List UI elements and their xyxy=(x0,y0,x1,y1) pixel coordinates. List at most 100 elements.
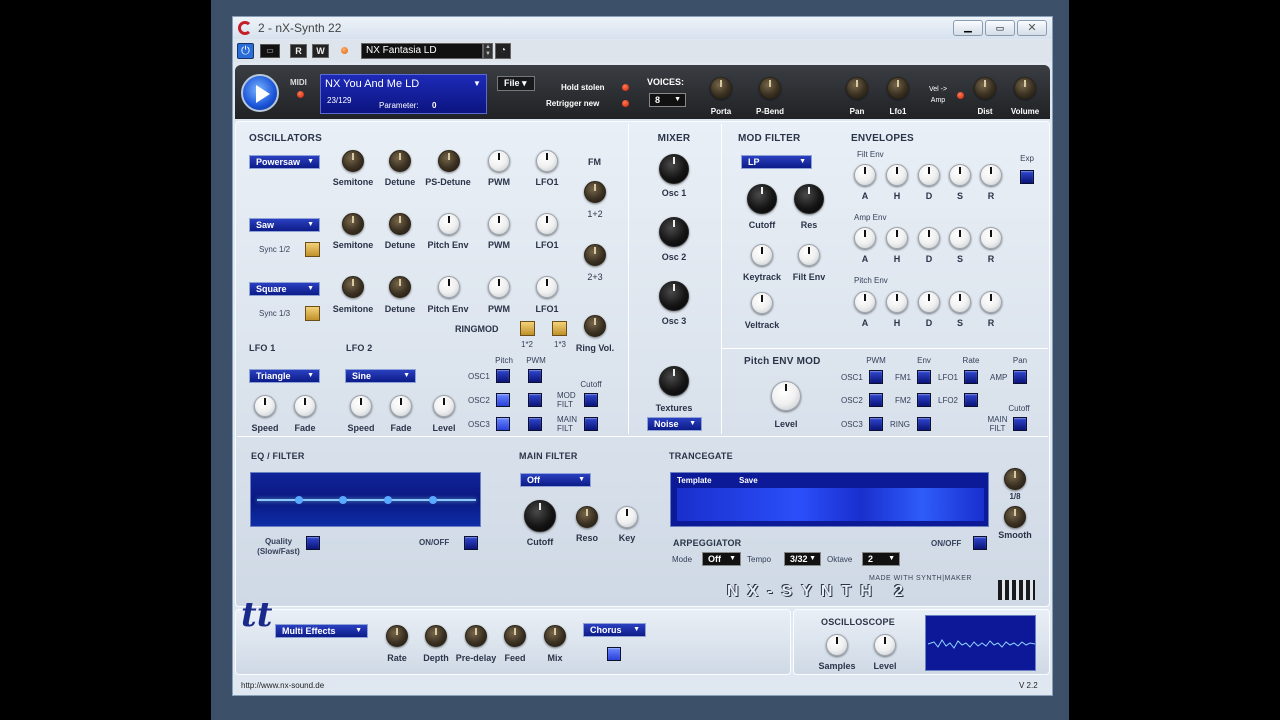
osc1-wave-select[interactable]: Powersaw ▼ xyxy=(249,155,320,169)
pem-fm2-toggle[interactable] xyxy=(917,393,931,407)
trancegate-rate-knob[interactable] xyxy=(1004,468,1026,490)
arp-mode-select[interactable]: Off ▼ xyxy=(702,552,741,566)
minimize-button[interactable]: ▁ xyxy=(953,20,983,36)
lfo1-fade-knob[interactable] xyxy=(294,395,316,417)
lfo2-level-knob[interactable] xyxy=(433,395,455,417)
fx-feed-knob[interactable] xyxy=(504,625,526,647)
osc2-detune-knob[interactable] xyxy=(389,213,411,235)
porta-knob[interactable] xyxy=(710,77,732,99)
write-button[interactable]: W xyxy=(312,44,329,58)
filt-env-knob[interactable] xyxy=(798,244,820,266)
fx-rate-knob[interactable] xyxy=(386,625,408,647)
osc3-detune-knob[interactable] xyxy=(389,276,411,298)
fx-mix-knob[interactable] xyxy=(544,625,566,647)
lfo-pwm-osc1-toggle[interactable] xyxy=(528,369,542,383)
mixer-osc1-knob[interactable] xyxy=(659,154,689,184)
eq-point[interactable] xyxy=(295,496,303,504)
filt-env-a-knob[interactable] xyxy=(854,164,876,186)
exp-toggle[interactable] xyxy=(1020,170,1034,184)
lfo1-amount-knob[interactable] xyxy=(887,77,909,99)
pem-osc2-toggle[interactable] xyxy=(869,393,883,407)
osc3-wave-select[interactable]: Square ▼ xyxy=(249,282,320,296)
eq-onoff-toggle[interactable] xyxy=(464,536,478,550)
filt-env-d-knob[interactable] xyxy=(918,164,940,186)
osc1-lfo1-knob[interactable] xyxy=(536,150,558,172)
osc2-semitone-knob[interactable] xyxy=(342,213,364,235)
pem-osc3-toggle[interactable] xyxy=(869,417,883,431)
mod-filter-type-select[interactable]: LP ▼ xyxy=(741,155,812,169)
effects-type-select[interactable]: Multi Effects ▼ xyxy=(275,624,368,638)
filt-env-h-knob[interactable] xyxy=(886,164,908,186)
scope-samples-knob[interactable] xyxy=(826,634,848,656)
mixer-osc2-knob[interactable] xyxy=(659,217,689,247)
amp-env-d-knob[interactable] xyxy=(918,227,940,249)
play-button[interactable] xyxy=(241,74,279,112)
voices-select[interactable]: 8 ▼ xyxy=(649,93,686,107)
vel-amp-led-icon[interactable] xyxy=(957,92,964,99)
pem-fm1-toggle[interactable] xyxy=(917,370,931,384)
arp-tempo-select[interactable]: 3/32 ▼ xyxy=(784,552,821,566)
retrigger-led-icon[interactable] xyxy=(622,100,629,107)
osc2-pitchenv-knob[interactable] xyxy=(438,213,460,235)
main-filter-type-select[interactable]: Off ▼ xyxy=(520,473,591,487)
lfo-modfilt-toggle[interactable] xyxy=(584,393,598,407)
lfo-pwm-osc2-toggle[interactable] xyxy=(528,393,542,407)
mod-filter-cutoff-knob[interactable] xyxy=(747,184,777,214)
eq-point[interactable] xyxy=(429,496,437,504)
trancegate-onoff-toggle[interactable] xyxy=(973,536,987,550)
trancegate-steps[interactable] xyxy=(677,488,984,521)
amp-env-a-knob[interactable] xyxy=(854,227,876,249)
keytrack-knob[interactable] xyxy=(751,244,773,266)
main-filter-cutoff-knob[interactable] xyxy=(524,500,556,532)
amp-env-h-knob[interactable] xyxy=(886,227,908,249)
pitch-env-r-knob[interactable] xyxy=(980,291,1002,313)
amp-env-s-knob[interactable] xyxy=(949,227,971,249)
fx-effect-select[interactable]: Chorus ▼ xyxy=(583,623,646,637)
read-button[interactable]: R xyxy=(290,44,307,58)
filt-env-r-knob[interactable] xyxy=(980,164,1002,186)
trancegate-save-button[interactable]: Save xyxy=(739,476,758,485)
pitch-env-h-knob[interactable] xyxy=(886,291,908,313)
dist-knob[interactable] xyxy=(974,77,996,99)
osc3-pitchenv-knob[interactable] xyxy=(438,276,460,298)
mod-filter-res-knob[interactable] xyxy=(794,184,824,214)
fx-predelay-knob[interactable] xyxy=(465,625,487,647)
pem-amp-toggle[interactable] xyxy=(1013,370,1027,384)
lfo-pitch-osc3-toggle[interactable] xyxy=(496,417,510,431)
trancegate-smooth-knob[interactable] xyxy=(1004,506,1026,528)
fx-onoff-toggle[interactable] xyxy=(607,647,621,661)
sync12-toggle[interactable] xyxy=(305,242,320,257)
pan-knob[interactable] xyxy=(846,77,868,99)
bypass-button[interactable]: ▭ xyxy=(260,44,280,58)
main-filter-key-knob[interactable] xyxy=(616,506,638,528)
osc3-semitone-knob[interactable] xyxy=(342,276,364,298)
eq-display[interactable] xyxy=(250,472,481,527)
preset-selector[interactable]: NX Fantasia LD xyxy=(361,43,483,59)
osc1-detune-knob[interactable] xyxy=(389,150,411,172)
pem-lfo1-toggle[interactable] xyxy=(964,370,978,384)
power-icon[interactable]: ⏻ xyxy=(237,43,254,59)
amp-env-r-knob[interactable] xyxy=(980,227,1002,249)
lfo-pitch-osc1-toggle[interactable] xyxy=(496,369,510,383)
preset-options-icon[interactable]: ◔ xyxy=(495,43,511,59)
pitch-env-s-knob[interactable] xyxy=(949,291,971,313)
ring-vol-knob[interactable] xyxy=(584,315,606,337)
preset-stepper[interactable]: ▲ ▼ xyxy=(483,43,493,59)
scope-level-knob[interactable] xyxy=(874,634,896,656)
file-button[interactable]: File ▾ xyxy=(497,76,535,91)
fm23-knob[interactable] xyxy=(584,244,606,266)
sync13-toggle[interactable] xyxy=(305,306,320,321)
maximize-button[interactable]: ▭ xyxy=(985,20,1015,36)
fx-depth-knob[interactable] xyxy=(425,625,447,647)
lfo-pwm-osc3-toggle[interactable] xyxy=(528,417,542,431)
footer-url[interactable]: http://www.nx-sound.de xyxy=(241,681,324,690)
textures-knob[interactable] xyxy=(659,366,689,396)
lfo2-fade-knob[interactable] xyxy=(390,395,412,417)
eq-point[interactable] xyxy=(384,496,392,504)
mixer-osc3-knob[interactable] xyxy=(659,281,689,311)
osc2-lfo1-knob[interactable] xyxy=(536,213,558,235)
lfo-mainfilt-toggle[interactable] xyxy=(584,417,598,431)
osc1-pwm-knob[interactable] xyxy=(488,150,510,172)
filt-env-s-knob[interactable] xyxy=(949,164,971,186)
ringmod-12-toggle[interactable] xyxy=(520,321,535,336)
